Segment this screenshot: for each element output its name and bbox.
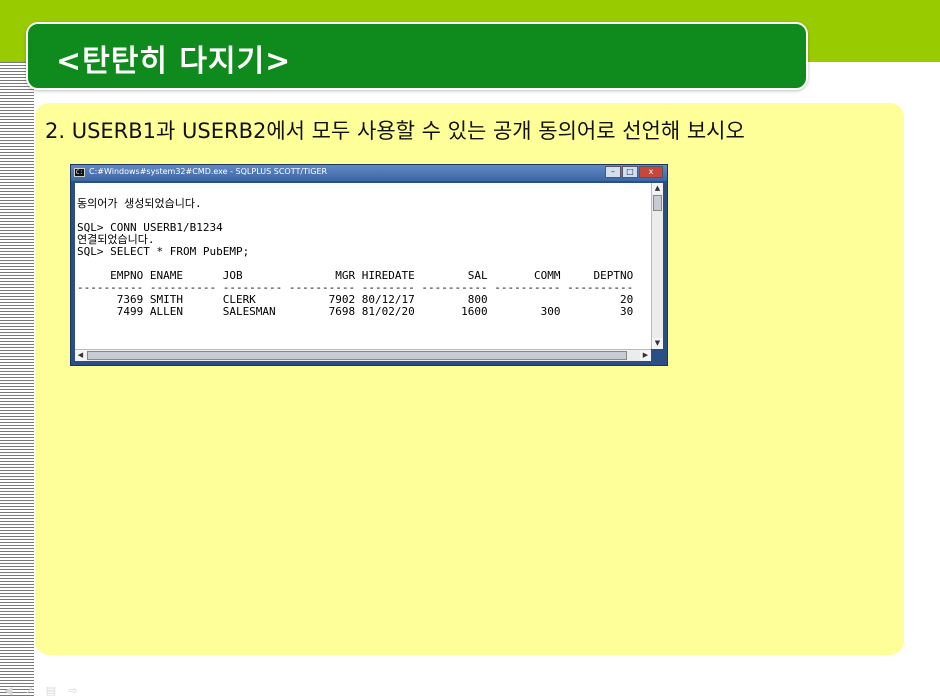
console-lines: 동의어가 생성되었습니다. SQL> CONN USERB1/B1234 연결되… xyxy=(75,183,651,318)
slide-title-box: <탄탄히 다지기> xyxy=(26,22,808,90)
pen-icon[interactable]: ↗ xyxy=(24,684,33,697)
close-button[interactable]: x xyxy=(639,166,663,178)
console-output[interactable]: 동의어가 생성되었습니다. SQL> CONN USERB1/B1234 연결되… xyxy=(75,183,651,349)
content-panel: 2. USERB1과 USERB2에서 모두 사용할 수 있는 공개 동의어로 … xyxy=(35,103,904,655)
maximize-button[interactable]: □ xyxy=(622,166,638,178)
cmd-titlebar[interactable]: C: C:#Windows#system32#CMD.exe - SQLPLUS… xyxy=(71,165,667,181)
scroll-left-icon[interactable]: ◀ xyxy=(75,350,86,361)
side-stripes xyxy=(0,62,34,698)
minimize-button[interactable]: – xyxy=(605,166,621,178)
next-slide-icon[interactable]: ⇨ xyxy=(68,684,77,697)
window-controls: – □ x xyxy=(605,166,663,178)
cmd-window: C: C:#Windows#system32#CMD.exe - SQLPLUS… xyxy=(70,164,668,366)
previous-slide-icon[interactable]: ◀ xyxy=(4,684,12,697)
console-line: 7499 ALLEN SALESMAN 7698 81/02/20 1600 3… xyxy=(77,305,634,318)
scroll-right-icon[interactable]: ▶ xyxy=(640,350,651,361)
menu-icon[interactable]: ▤ xyxy=(46,684,56,697)
vertical-scroll-thumb[interactable] xyxy=(653,195,662,211)
horizontal-scrollbar[interactable]: ◀ ▶ xyxy=(75,349,651,361)
question-text: 2. USERB1과 USERB2에서 모두 사용할 수 있는 공개 동의어로 … xyxy=(45,119,745,143)
horizontal-scroll-thumb[interactable] xyxy=(87,351,627,360)
cmd-icon: C: xyxy=(74,168,85,177)
cmd-window-title: C:#Windows#system32#CMD.exe - SQLPLUS SC… xyxy=(89,167,328,176)
scroll-down-icon[interactable]: ▼ xyxy=(652,338,663,349)
scroll-up-icon[interactable]: ▲ xyxy=(652,183,663,194)
console-line: SQL> SELECT * FROM PubEMP; xyxy=(77,245,250,258)
slide-navigation: ◀ ↗ ▤ ⇨ xyxy=(4,684,77,697)
slide-title: <탄탄히 다지기> xyxy=(56,44,292,79)
console-line: 동의어가 생성되었습니다. xyxy=(77,197,202,210)
vertical-scrollbar[interactable]: ▲ ▼ xyxy=(651,183,663,349)
